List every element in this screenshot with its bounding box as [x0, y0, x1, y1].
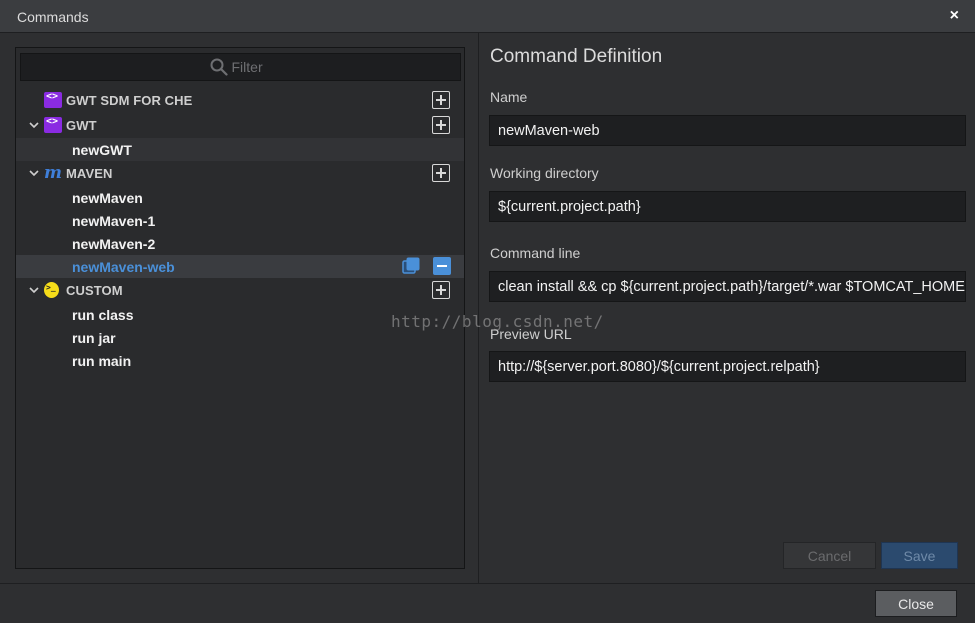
duplicate-icon[interactable] — [402, 257, 420, 275]
command-label: run main — [72, 353, 132, 369]
group-label: CUSTOM — [66, 283, 123, 298]
name-label: Name — [490, 89, 528, 105]
add-command-button[interactable] — [432, 91, 450, 109]
section-title: Command Definition — [490, 46, 663, 67]
list-item[interactable]: newMaven-1 — [16, 209, 464, 232]
chevron-down-icon[interactable] — [28, 167, 40, 179]
working-directory-label: Working directory — [490, 165, 599, 181]
command-definition-pane: Command Definition Name Working director… — [478, 33, 975, 583]
command-label: newGWT — [72, 142, 132, 158]
gwt-icon — [44, 116, 62, 133]
dialog-title: Commands — [17, 9, 89, 25]
group-maven[interactable]: m MAVEN — [16, 161, 464, 186]
chevron-down-icon[interactable] — [28, 119, 40, 131]
command-label: newMaven-1 — [72, 213, 156, 229]
command-label: newMaven — [72, 190, 143, 206]
add-command-button[interactable] — [432, 116, 450, 134]
commands-dialog: Commands × GWT SDM FOR CHE GWT — [0, 0, 975, 623]
name-field[interactable] — [490, 116, 965, 145]
filter-box[interactable] — [20, 53, 461, 81]
list-item[interactable]: run class — [16, 303, 464, 326]
preview-url-field[interactable] — [490, 352, 965, 381]
chevron-down-icon[interactable] — [28, 284, 40, 296]
filter-input[interactable] — [231, 59, 272, 75]
working-directory-field-box[interactable] — [489, 191, 966, 222]
command-label: run jar — [72, 330, 116, 346]
list-item[interactable]: run main — [16, 349, 464, 372]
group-label: GWT SDM FOR CHE — [66, 93, 193, 108]
terminal-icon — [44, 282, 59, 298]
command-line-field-box[interactable] — [489, 271, 966, 302]
name-field-box[interactable] — [489, 115, 966, 146]
preview-url-label: Preview URL — [490, 326, 572, 342]
remove-command-button[interactable] — [433, 257, 451, 275]
command-label: newMaven-2 — [72, 236, 156, 252]
preview-url-field-box[interactable] — [489, 351, 966, 382]
command-label: run class — [72, 307, 134, 323]
search-icon — [210, 58, 228, 76]
dialog-titlebar: Commands × — [0, 0, 975, 33]
gwt-icon — [44, 91, 62, 108]
working-directory-field[interactable] — [490, 192, 965, 221]
add-command-button[interactable] — [432, 281, 450, 299]
add-command-button[interactable] — [432, 164, 450, 182]
dialog-footer: Close — [0, 583, 975, 623]
group-gwt-sdm-for-che[interactable]: GWT SDM FOR CHE — [16, 88, 464, 113]
list-item-selected[interactable]: newMaven-web — [16, 255, 464, 278]
list-item[interactable]: newGWT — [16, 138, 464, 161]
cancel-button[interactable]: Cancel — [783, 542, 876, 569]
group-gwt[interactable]: GWT — [16, 113, 464, 138]
group-custom[interactable]: CUSTOM — [16, 278, 464, 303]
command-line-field[interactable] — [490, 272, 965, 301]
command-line-label: Command line — [490, 245, 581, 261]
list-item[interactable]: newMaven-2 — [16, 232, 464, 255]
close-icon[interactable]: × — [950, 8, 959, 24]
save-button[interactable]: Save — [881, 542, 958, 569]
commands-tree-pane: GWT SDM FOR CHE GWT newGWT m MAVEN n — [15, 47, 465, 569]
commands-tree: GWT SDM FOR CHE GWT newGWT m MAVEN n — [16, 88, 464, 372]
group-label: GWT — [66, 118, 97, 133]
list-item[interactable]: newMaven — [16, 186, 464, 209]
list-item[interactable]: run jar — [16, 326, 464, 349]
group-label: MAVEN — [66, 166, 113, 181]
close-button[interactable]: Close — [875, 590, 957, 617]
command-label: newMaven-web — [72, 259, 175, 275]
maven-icon: m — [44, 163, 62, 183]
